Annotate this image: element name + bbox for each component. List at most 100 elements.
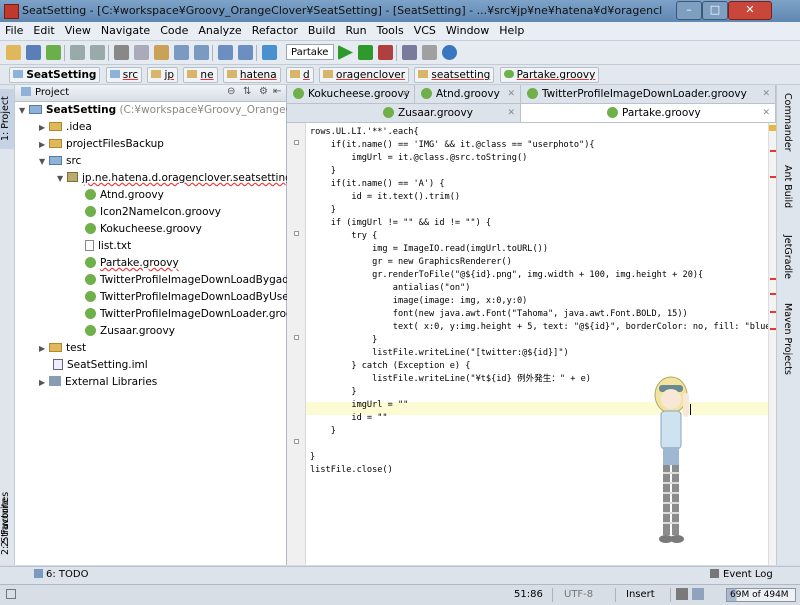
tree-node-backup[interactable]: ▶ projectFilesBackup <box>39 136 164 153</box>
tree-node-src[interactable]: ▼ src <box>39 153 81 170</box>
menu-window[interactable]: Window <box>441 22 494 37</box>
jetgradle-tool-tab[interactable]: JetGradle <box>782 235 793 279</box>
crumb-project[interactable]: SeatSetting <box>9 67 101 83</box>
tree-node-test[interactable]: ▶ test <box>39 340 86 357</box>
menu-edit[interactable]: Edit <box>28 22 59 37</box>
code-editor[interactable]: rows.UL.LI.'**'.each{ if(it.name() == 'I… <box>306 123 768 565</box>
mascot-background-image <box>654 376 689 543</box>
crumb-hatena[interactable]: hatena <box>222 67 281 83</box>
menu-file[interactable]: File <box>0 22 28 37</box>
tab-zusaar[interactable]: Zusaar.groovy ✕ <box>287 104 521 122</box>
menu-refactor[interactable]: Refactor <box>247 22 303 37</box>
fold-marker-icon[interactable] <box>294 335 299 340</box>
memory-indicator[interactable]: 69M of 494M <box>726 588 796 602</box>
todo-tool-tab[interactable]: 6: TODO <box>34 569 88 580</box>
fold-marker-icon[interactable] <box>294 439 299 444</box>
sync-icon[interactable] <box>46 45 61 60</box>
tab-kokucheese[interactable]: Kokucheese.groovy ✕ <box>287 85 415 103</box>
tree-node-iml[interactable]: SeatSetting.iml <box>53 357 148 374</box>
tab-partake[interactable]: Partake.groovy ✕ <box>521 104 776 122</box>
toolbar: Partake <box>0 41 800 65</box>
stop-icon[interactable] <box>378 45 393 60</box>
tool-windows-icon[interactable] <box>6 589 16 599</box>
tree-node-twitter-downloader[interactable]: TwitterProfileImageDownLoader.groovy <box>85 306 305 323</box>
crumb-oragenclover[interactable]: oragenclover <box>319 67 410 83</box>
structure-icon[interactable] <box>422 45 437 60</box>
crumb-d[interactable]: d <box>286 67 314 83</box>
caret-position[interactable]: 51:86 <box>510 587 547 602</box>
crumb-jp[interactable]: jp <box>147 67 179 83</box>
project-view-select[interactable]: Project <box>21 87 69 98</box>
insert-mode[interactable]: Insert <box>622 587 659 602</box>
tree-node-atnd[interactable]: Atnd.groovy <box>85 187 164 204</box>
tree-node-listtxt[interactable]: list.txt <box>85 238 131 255</box>
tree-node-external-libraries[interactable]: ▶ External Libraries <box>39 374 157 391</box>
tab-atnd[interactable]: Atnd.groovy ✕ <box>415 85 521 103</box>
event-log-tool-tab[interactable]: Event Log <box>710 569 773 580</box>
code-line: if (imgUrl != "" && id != "") { <box>310 218 492 228</box>
inspector-icon[interactable] <box>692 588 704 600</box>
project-tool-tab[interactable]: 1: Project <box>0 89 14 149</box>
open-folder-icon[interactable] <box>6 45 21 60</box>
paste-icon[interactable] <box>154 45 169 60</box>
crumb-seatsetting[interactable]: seatsetting <box>414 67 495 83</box>
undo-icon[interactable] <box>70 45 85 60</box>
fold-marker-icon[interactable] <box>294 231 299 236</box>
cut-icon[interactable] <box>114 45 129 60</box>
settings-icon[interactable] <box>402 45 417 60</box>
menu-navigate[interactable]: Navigate <box>96 22 155 37</box>
hide-icon[interactable]: ⇤ <box>273 86 281 97</box>
fold-marker-icon[interactable] <box>294 140 299 145</box>
menu-tools[interactable]: Tools <box>372 22 409 37</box>
groovy-file-icon <box>85 308 96 319</box>
crumb-ne[interactable]: ne <box>183 67 218 83</box>
close-tab-icon[interactable]: ✕ <box>507 104 515 122</box>
menu-view[interactable]: View <box>60 22 96 37</box>
gear-icon[interactable]: ⚙ <box>259 86 268 97</box>
maven-projects-tool-tab[interactable]: Maven Projects <box>782 303 793 375</box>
editor-gutter[interactable] <box>287 123 306 565</box>
menu-help[interactable]: Help <box>494 22 529 37</box>
menu-vcs[interactable]: VCS <box>409 22 441 37</box>
commander-tool-tab[interactable]: Commander <box>782 93 793 152</box>
help-icon[interactable] <box>442 45 457 60</box>
redo-icon[interactable] <box>90 45 105 60</box>
run-icon[interactable] <box>338 45 353 60</box>
tree-node-icon2name[interactable]: Icon2NameIcon.groovy <box>85 204 221 221</box>
tree-node-package[interactable]: ▼ jp.ne.hatena.d.oragenclover.seatsetting <box>57 170 292 187</box>
autoscroll-icon[interactable]: ⇅ <box>243 86 251 97</box>
make-project-icon[interactable] <box>262 45 277 60</box>
crumb-file[interactable]: Partake.groovy <box>499 67 600 83</box>
replace-icon[interactable] <box>194 45 209 60</box>
ant-build-tool-tab[interactable]: Ant Build <box>782 165 793 208</box>
close-tab-icon[interactable]: ✕ <box>401 85 409 103</box>
menu-run[interactable]: Run <box>341 22 372 37</box>
tree-node-idea[interactable]: ▶ .idea <box>39 119 92 136</box>
maximize-button[interactable]: □ <box>702 1 728 20</box>
save-icon[interactable] <box>26 45 41 60</box>
collapse-icon[interactable]: ⊖ <box>227 86 235 97</box>
menu-analyze[interactable]: Analyze <box>193 22 246 37</box>
crumb-src[interactable]: src <box>105 67 143 83</box>
menu-build[interactable]: Build <box>303 22 341 37</box>
file-encoding[interactable]: UTF-8 <box>560 587 597 602</box>
forward-icon[interactable] <box>238 45 253 60</box>
lock-icon[interactable] <box>676 588 688 600</box>
tree-node-partake[interactable]: Partake.groovy <box>85 255 179 272</box>
run-config-select[interactable]: Partake <box>286 44 334 60</box>
tab-twitter-downloader[interactable]: TwitterProfileImageDownLoader.groovy ✕ <box>521 85 776 103</box>
close-tab-icon[interactable]: ✕ <box>762 85 770 103</box>
groovy-file-icon <box>85 223 96 234</box>
copy-icon[interactable] <box>134 45 149 60</box>
close-tab-icon[interactable]: ✕ <box>507 85 515 103</box>
tree-node-kokucheese[interactable]: Kokucheese.groovy <box>85 221 202 238</box>
tree-node-zusaar[interactable]: Zusaar.groovy <box>85 323 175 340</box>
minimize-button[interactable]: – <box>676 1 702 20</box>
close-button[interactable]: ✕ <box>728 1 772 20</box>
back-icon[interactable] <box>218 45 233 60</box>
find-icon[interactable] <box>174 45 189 60</box>
close-tab-icon[interactable]: ✕ <box>762 104 770 122</box>
debug-icon[interactable] <box>358 45 373 60</box>
favorites-tool-tab[interactable]: 2: Favorites <box>0 485 14 553</box>
menu-code[interactable]: Code <box>155 22 193 37</box>
